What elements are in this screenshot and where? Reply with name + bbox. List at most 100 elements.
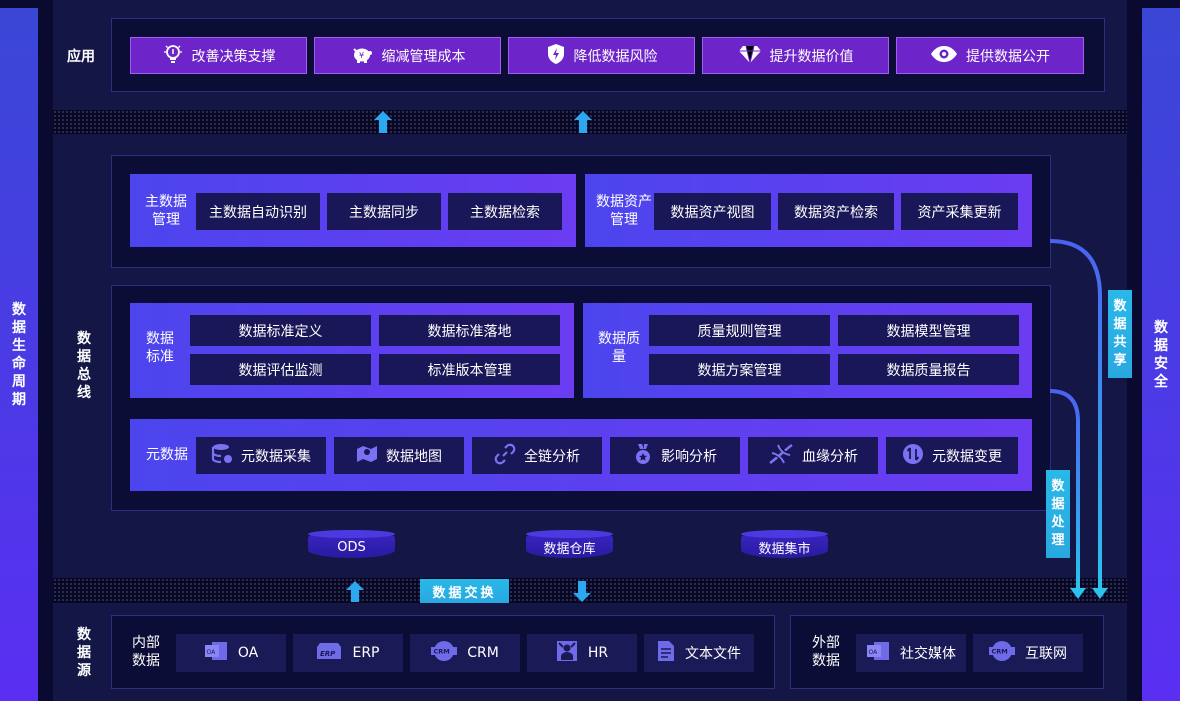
quality-label: 数据质量: [598, 331, 640, 365]
document-icon: [657, 640, 675, 666]
share-arrow-icon: [1092, 588, 1108, 599]
standard-define-cell[interactable]: 数据标准定义: [190, 315, 371, 346]
up-arrow-icon: [574, 111, 592, 133]
dna-icon: [768, 443, 794, 469]
value-increase-button[interactable]: 提升数据价值: [702, 37, 889, 74]
erp-source-cell[interactable]: ERP ERP: [293, 634, 403, 672]
text-file-label: 文本文件: [685, 646, 741, 662]
data-share-text: 数据共享: [1113, 299, 1127, 368]
lifecycle-label: 数据生命周期: [12, 301, 26, 408]
data-share-label: 数据共享: [1108, 290, 1132, 378]
oa-source-cell[interactable]: OA OA: [176, 634, 286, 672]
ods-store: ODS: [308, 530, 395, 558]
decision-support-label: 改善决策支撑: [191, 48, 276, 65]
application-label: 应用: [67, 49, 95, 65]
data-process-label: 数据处理: [1046, 470, 1070, 558]
metadata-change-label: 元数据变更: [932, 448, 1002, 465]
eye-icon: [930, 45, 958, 67]
database-icon: [211, 443, 233, 469]
internal-data-label: 内部数据: [132, 635, 160, 669]
metadata-change-cell[interactable]: 元数据变更: [886, 437, 1018, 474]
external-data-label: 外部数据: [812, 635, 840, 669]
hr-label: HR: [587, 645, 609, 661]
map-icon: [356, 444, 378, 468]
up-arrow-icon: [374, 111, 392, 133]
svg-text:OA: OA: [869, 649, 879, 656]
asset-view-cell[interactable]: 数据资产视图: [654, 193, 771, 230]
master-sync-cell[interactable]: 主数据同步: [327, 193, 441, 230]
transfer-icon: [902, 443, 924, 469]
shield-icon: [546, 43, 566, 69]
svg-text:CRM: CRM: [434, 648, 450, 656]
asset-search-cell[interactable]: 数据资产检索: [778, 193, 894, 230]
asset-label: 数据资产管理: [596, 194, 652, 228]
asset-collect-cell[interactable]: 资产采集更新: [901, 193, 1018, 230]
data-open-label: 提供数据公开: [966, 48, 1050, 65]
lineage-analysis-cell[interactable]: 血缘分析: [748, 437, 878, 474]
data-source-label: 数据源: [77, 627, 91, 679]
crm-source-cell[interactable]: CRM CRM: [410, 634, 520, 672]
hr-source-cell[interactable]: HR: [527, 634, 637, 672]
text-file-source-cell[interactable]: 文本文件: [644, 634, 754, 672]
master-search-cell[interactable]: 主数据检索: [448, 193, 562, 230]
quality-model-cell[interactable]: 数据模型管理: [838, 315, 1019, 346]
master-auto-identify-cell[interactable]: 主数据自动识别: [196, 193, 320, 230]
quality-rule-cell[interactable]: 质量规则管理: [649, 315, 830, 346]
crm-icon: CRM: [431, 640, 458, 666]
cost-reduction-button[interactable]: ¥ 缩减管理成本: [314, 37, 501, 74]
medal-icon: [633, 443, 653, 469]
datamart-store: 数据集市: [741, 530, 828, 558]
standard-label: 数据标准: [146, 331, 174, 365]
lifecycle-sidebar: 数据生命周期: [0, 8, 38, 701]
up-arrow-icon: [346, 581, 364, 602]
down-arrow-icon: [573, 581, 591, 602]
erp-label: ERP: [352, 645, 380, 661]
svg-text:CRM: CRM: [992, 648, 1008, 656]
data-map-label: 数据地图: [386, 448, 442, 465]
risk-reduction-label: 降低数据风险: [573, 48, 658, 65]
cost-reduction-label: 缩减管理成本: [381, 48, 466, 65]
internet-source-cell[interactable]: CRM 互联网: [973, 634, 1083, 672]
crm-icon: CRM: [989, 640, 1015, 666]
data-map-cell[interactable]: 数据地图: [334, 437, 464, 474]
svg-text:¥: ¥: [359, 51, 364, 60]
social-media-source-cell[interactable]: OA 社交媒体: [856, 634, 966, 672]
quality-report-cell[interactable]: 数据质量报告: [838, 354, 1019, 385]
data-open-button[interactable]: 提供数据公开: [896, 37, 1084, 74]
chain-analysis-cell[interactable]: 全链分析: [472, 437, 602, 474]
process-arrow-icon: [1070, 588, 1086, 599]
oa-icon: OA: [204, 640, 228, 666]
impact-analysis-cell[interactable]: 影响分析: [610, 437, 740, 474]
risk-reduction-button[interactable]: 降低数据风险: [508, 37, 695, 74]
social-media-label: 社交媒体: [900, 646, 956, 662]
chain-analysis-label: 全链分析: [524, 448, 580, 465]
master-data-label: 主数据管理: [145, 194, 187, 228]
erp-icon: ERP: [316, 641, 342, 665]
datamart-label: 数据集市: [758, 541, 811, 557]
quality-plan-cell[interactable]: 数据方案管理: [649, 354, 830, 385]
security-sidebar: 数据安全: [1142, 8, 1180, 701]
impact-analysis-label: 影响分析: [661, 448, 717, 465]
metadata-collect-label: 元数据采集: [241, 448, 311, 465]
metadata-collect-cell[interactable]: 元数据采集: [196, 437, 326, 474]
standard-landing-cell[interactable]: 数据标准落地: [379, 315, 560, 346]
warehouse-store: 数据仓库: [526, 530, 613, 558]
data-process-text: 数据处理: [1051, 479, 1065, 548]
svg-text:ERP: ERP: [320, 650, 336, 658]
data-bus-label: 数据总线: [77, 331, 91, 401]
hr-icon: [556, 640, 578, 666]
piggy-bank-icon: ¥: [350, 43, 374, 69]
metadata-label: 元数据: [146, 447, 188, 463]
security-label: 数据安全: [1154, 319, 1168, 390]
decision-support-button[interactable]: 改善决策支撑: [130, 37, 307, 74]
value-increase-label: 提升数据价值: [769, 48, 854, 65]
lightbulb-icon: [162, 43, 184, 69]
lineage-analysis-label: 血缘分析: [802, 448, 858, 465]
standard-version-cell[interactable]: 标准版本管理: [379, 354, 560, 385]
crm-label: CRM: [467, 645, 499, 661]
svg-text:OA: OA: [206, 649, 216, 656]
link-icon: [494, 443, 516, 469]
data-exchange-label: 数据交换: [420, 579, 509, 603]
diamond-icon: [738, 44, 762, 68]
standard-monitor-cell[interactable]: 数据评估监测: [190, 354, 371, 385]
